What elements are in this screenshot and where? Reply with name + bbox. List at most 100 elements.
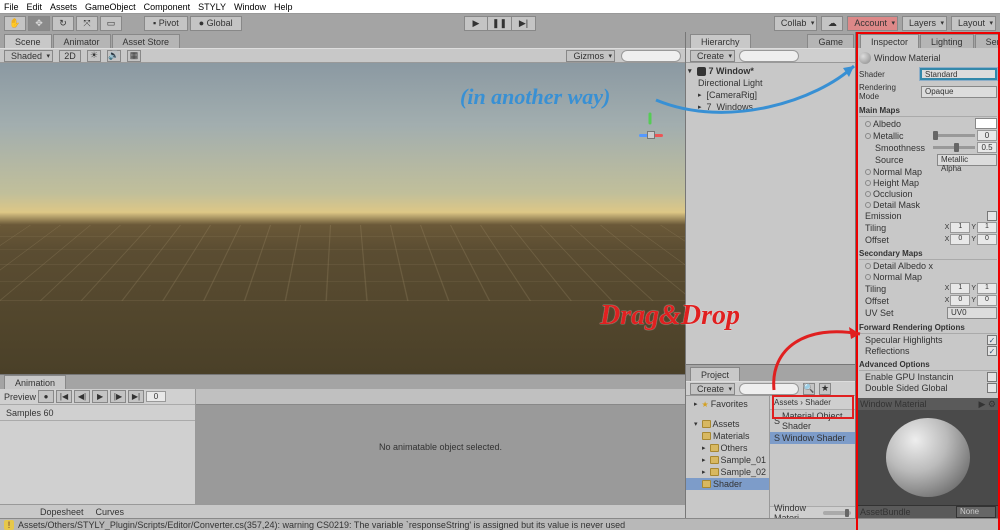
- pause-button[interactable]: ❚❚: [488, 16, 512, 31]
- offset2-y[interactable]: 0: [977, 295, 997, 306]
- tab-project[interactable]: Project: [690, 367, 740, 381]
- tool-scale[interactable]: ⤧: [76, 16, 98, 31]
- menu-styly[interactable]: STYLY: [198, 2, 226, 12]
- anim-first-button[interactable]: |◀: [56, 390, 72, 403]
- tab-animation[interactable]: Animation: [4, 375, 66, 389]
- hierarchy-tree[interactable]: ▾7 Window* Directional Light ▸[CameraRig…: [686, 63, 855, 364]
- anim-prev-button[interactable]: ◀|: [74, 390, 90, 403]
- tool-rotate[interactable]: ↻: [52, 16, 74, 31]
- project-assets[interactable]: ▾ Assets: [686, 418, 769, 430]
- tab-assetstore[interactable]: Asset Store: [112, 34, 181, 48]
- menu-gameobject[interactable]: GameObject: [85, 2, 136, 12]
- shaded-dropdown[interactable]: Shaded: [4, 50, 53, 62]
- project-tree[interactable]: ▸★ Favorites ▾ Assets Materials ▸ Others…: [686, 396, 770, 518]
- hierarchy-create[interactable]: Create: [690, 50, 735, 62]
- hierarchy-search[interactable]: [739, 50, 799, 62]
- project-zoom-slider[interactable]: [823, 511, 851, 515]
- hierarchy-item-windows[interactable]: ▸7_Windows: [686, 101, 855, 113]
- emission-checkbox[interactable]: [987, 211, 997, 221]
- menu-component[interactable]: Component: [144, 2, 191, 12]
- map-slot-icon[interactable]: [865, 274, 871, 280]
- space-toggle[interactable]: ● Global: [190, 16, 242, 31]
- tab-lighting[interactable]: Lighting: [920, 34, 974, 48]
- project-row-matobjectshader[interactable]: S Material Object Shader: [770, 410, 855, 432]
- offset-x[interactable]: 0: [950, 234, 970, 245]
- toggle-audio-icon[interactable]: 🔊: [107, 50, 121, 62]
- scene-search[interactable]: [621, 50, 681, 62]
- tool-hand[interactable]: ✋: [4, 16, 26, 31]
- scene-view[interactable]: [0, 63, 685, 374]
- tiling2-x[interactable]: 1: [950, 283, 970, 294]
- anim-last-button[interactable]: ▶|: [128, 390, 144, 403]
- tiling-y[interactable]: 1: [977, 222, 997, 233]
- project-breadcrumb[interactable]: Assets › Shader: [770, 396, 855, 410]
- project-create[interactable]: Create: [690, 383, 735, 395]
- project-folder-shader[interactable]: Shader: [686, 478, 769, 490]
- doublesided-checkbox[interactable]: [987, 383, 997, 393]
- map-slot-icon[interactable]: [865, 202, 871, 208]
- status-bar[interactable]: ! Assets/Others/STYLY_Plugin/Scripts/Edi…: [0, 518, 1000, 530]
- albedo-color[interactable]: [975, 118, 997, 129]
- play-button[interactable]: ▶: [464, 16, 488, 31]
- cloud-icon[interactable]: ☁: [821, 16, 843, 31]
- project-list[interactable]: Assets › Shader S Material Object Shader…: [770, 396, 855, 518]
- tab-game[interactable]: Game: [807, 34, 854, 48]
- map-slot-icon[interactable]: [865, 180, 871, 186]
- tool-rect[interactable]: ▭: [100, 16, 122, 31]
- toggle-2d[interactable]: 2D: [59, 50, 81, 62]
- project-folder-sample01[interactable]: ▸ Sample_01: [686, 454, 769, 466]
- hierarchy-scene[interactable]: ▾7 Window*: [686, 65, 855, 77]
- anim-next-button[interactable]: |▶: [110, 390, 126, 403]
- orientation-gizmo[interactable]: [631, 115, 671, 155]
- assetbundle-dropdown[interactable]: None: [956, 506, 996, 518]
- menu-file[interactable]: File: [4, 2, 19, 12]
- uvset-dropdown[interactable]: UV0: [947, 307, 997, 319]
- preview-controls-icon[interactable]: ▶ ⚙: [979, 399, 997, 410]
- reflections-checkbox[interactable]: [987, 346, 997, 356]
- layers-dropdown[interactable]: Layers: [902, 16, 947, 31]
- toggle-fx-icon[interactable]: ▦: [127, 50, 141, 62]
- gpu-instancing-checkbox[interactable]: [987, 372, 997, 382]
- project-folder-others[interactable]: ▸ Others: [686, 442, 769, 454]
- metallic-field[interactable]: 0: [977, 130, 997, 141]
- anim-curves-tab[interactable]: Curves: [96, 507, 125, 517]
- map-slot-icon[interactable]: [865, 169, 871, 175]
- anim-timeline[interactable]: No animatable object selected.: [196, 389, 685, 504]
- tab-inspector[interactable]: Inspector: [860, 34, 919, 48]
- tab-animator[interactable]: Animator: [53, 34, 111, 48]
- project-favorites[interactable]: ▸★ Favorites: [686, 398, 769, 410]
- menu-assets[interactable]: Assets: [50, 2, 77, 12]
- anim-play-button[interactable]: ▶: [92, 390, 108, 403]
- specular-checkbox[interactable]: [987, 335, 997, 345]
- tiling-x[interactable]: 1: [950, 222, 970, 233]
- map-slot-icon[interactable]: [865, 191, 871, 197]
- tool-move[interactable]: ✥: [28, 16, 50, 31]
- anim-dopesheet-tab[interactable]: Dopesheet: [40, 507, 84, 517]
- layout-dropdown[interactable]: Layout: [951, 16, 996, 31]
- preview-sphere[interactable]: [886, 418, 970, 497]
- shader-dropdown[interactable]: Standard: [920, 68, 997, 80]
- source-dropdown[interactable]: Metallic Alpha: [937, 154, 997, 166]
- project-filter-icon[interactable]: 🔍: [803, 383, 815, 395]
- metallic-slider[interactable]: [933, 134, 975, 137]
- offset-y[interactable]: 0: [977, 234, 997, 245]
- hierarchy-item-light[interactable]: Directional Light: [686, 77, 855, 89]
- menu-edit[interactable]: Edit: [27, 2, 43, 12]
- anim-record-button[interactable]: ●: [38, 390, 54, 403]
- offset2-x[interactable]: 0: [950, 295, 970, 306]
- project-row-windowshader[interactable]: S Window Shader: [770, 432, 855, 444]
- smoothness-slider[interactable]: [933, 146, 975, 149]
- anim-frame-field[interactable]: 0: [146, 391, 166, 402]
- account-dropdown[interactable]: Account: [847, 16, 898, 31]
- project-folder-sample02[interactable]: ▸ Sample_02: [686, 466, 769, 478]
- map-slot-icon[interactable]: [865, 133, 871, 139]
- pivot-toggle[interactable]: ▪ Pivot: [144, 16, 188, 31]
- step-button[interactable]: ▶|: [512, 16, 536, 31]
- menu-help[interactable]: Help: [274, 2, 293, 12]
- toggle-light-icon[interactable]: ☀: [87, 50, 101, 62]
- collab-dropdown[interactable]: Collab: [774, 16, 818, 31]
- tab-services[interactable]: Services: [975, 34, 1000, 48]
- map-slot-icon[interactable]: [865, 121, 871, 127]
- menu-window[interactable]: Window: [234, 2, 266, 12]
- project-folder-materials[interactable]: Materials: [686, 430, 769, 442]
